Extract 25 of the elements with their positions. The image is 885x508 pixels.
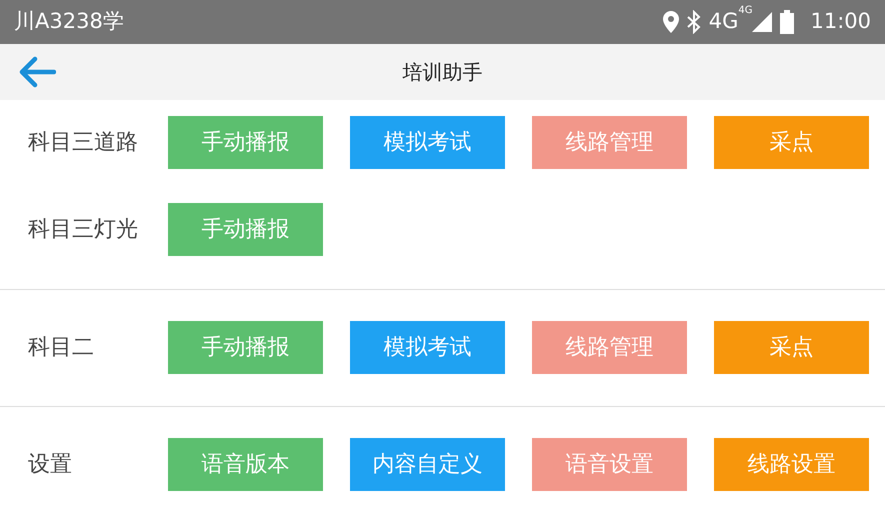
signal-icon bbox=[752, 12, 772, 32]
battery-icon bbox=[780, 10, 794, 34]
action-button[interactable]: 模拟考试 bbox=[350, 116, 505, 169]
carrier-text: 川A3238学 bbox=[14, 8, 124, 36]
action-button[interactable]: 采点 bbox=[714, 116, 869, 169]
action-button[interactable]: 采点 bbox=[714, 321, 869, 374]
action-button[interactable]: 语音设置 bbox=[532, 438, 687, 491]
screen-title: 培训助手 bbox=[402, 59, 482, 86]
location-pin-icon bbox=[662, 11, 679, 33]
action-button[interactable]: 线路管理 bbox=[532, 116, 687, 169]
action-button[interactable]: 模拟考试 bbox=[350, 321, 505, 374]
back-button[interactable] bbox=[18, 56, 56, 88]
row-label: 设置 bbox=[27, 451, 73, 479]
bluetooth-icon bbox=[686, 10, 701, 34]
time-text: 11:00 bbox=[810, 8, 871, 36]
action-button[interactable]: 线路设置 bbox=[714, 438, 869, 491]
row-label: 科目三灯光 bbox=[27, 216, 139, 244]
action-button[interactable]: 语音版本 bbox=[168, 438, 323, 491]
action-button[interactable]: 手动播报 bbox=[168, 203, 323, 256]
row-label: 科目三道路 bbox=[27, 129, 139, 157]
action-button[interactable]: 内容自定义 bbox=[350, 438, 505, 491]
action-button[interactable]: 线路管理 bbox=[532, 321, 687, 374]
row-label: 科目二 bbox=[27, 334, 95, 362]
action-button[interactable]: 手动播报 bbox=[168, 321, 323, 374]
action-button[interactable]: 手动播报 bbox=[168, 116, 323, 169]
